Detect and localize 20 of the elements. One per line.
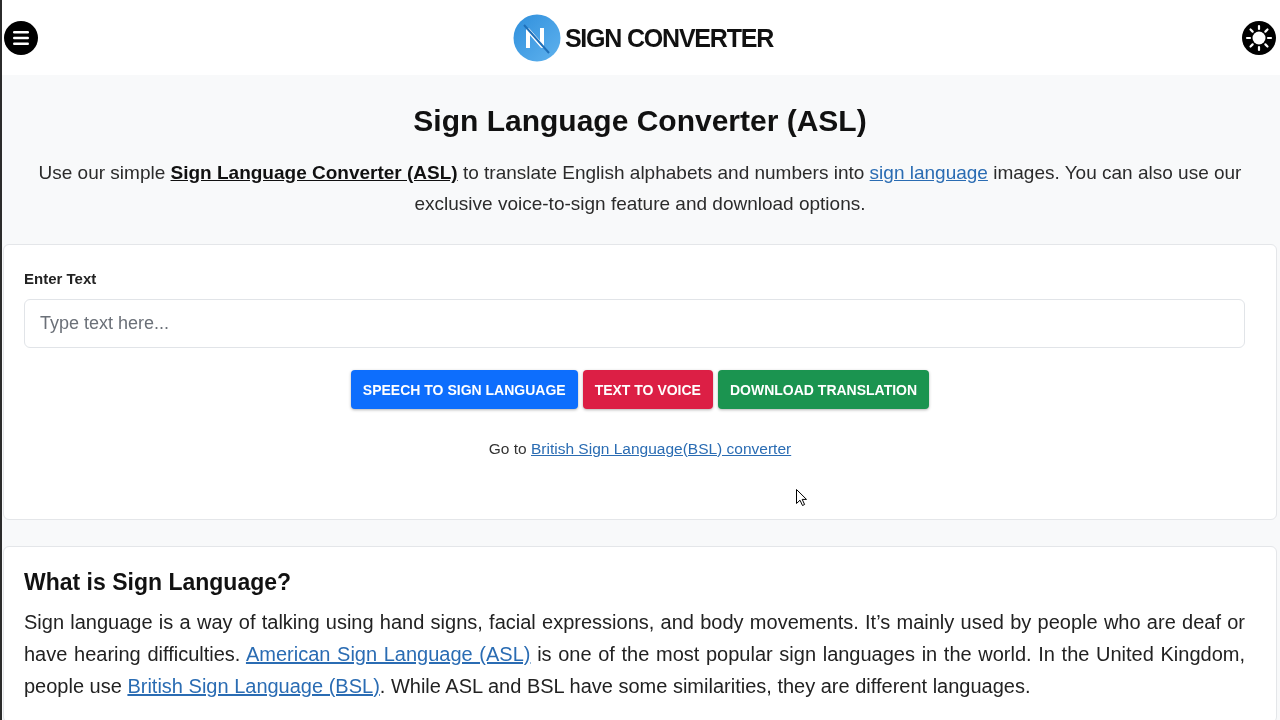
inline-link[interactable]: British Sign Language (BSL) (127, 675, 380, 697)
article-text: Sign language is a way of talking using hand signs, facial expressions, and body movements. It’s mainly used by people who are deaf or have hearing difficulties. American Sign Language (ASL) is one of the most popular sign languages in the world. In the United Kingdom, people use British Sign Language (BSL). While ASL and BSL have some similarities, they are different languages. (24, 610, 1245, 699)
mouse-pointer-icon (796, 489, 807, 506)
theme-toggle-sun-icon[interactable] (1242, 20, 1276, 55)
action-button[interactable]: SPEECH TO SIGN LANGUAGE (350, 370, 578, 409)
inline-link[interactable]: American Sign Language (ASL) (245, 643, 531, 665)
action-button[interactable]: DOWNLOAD TRANSLATION (717, 370, 930, 409)
text-input-field[interactable]: Type text here... (24, 299, 1245, 348)
inline-link[interactable]: British Sign Language(BSL) converter (531, 440, 792, 457)
inline-link[interactable]: Sign Language Converter (ASL) (170, 162, 458, 183)
logo-mark-icon (512, 12, 561, 63)
inline-link[interactable]: sign language (869, 162, 988, 183)
menu-icon[interactable] (4, 20, 38, 55)
site-logo[interactable]: SIGN CONVERTER (512, 12, 774, 63)
page-title: Sign Language Converter (ASL) (412, 103, 868, 139)
field-label: Enter Text (24, 269, 98, 288)
action-button[interactable]: TEXT TO VOICE (582, 370, 713, 409)
converter-note: Go to British Sign Language(BSL) converter (487, 439, 793, 459)
section-heading: What is Sign Language? (24, 568, 293, 597)
intro-text: Use our simple Sign Language Converter (ASL) to translate English alphabets and numbers into sign language images. You can also use our exclusive voice-to-sign feature and download options. (37, 161, 1243, 216)
